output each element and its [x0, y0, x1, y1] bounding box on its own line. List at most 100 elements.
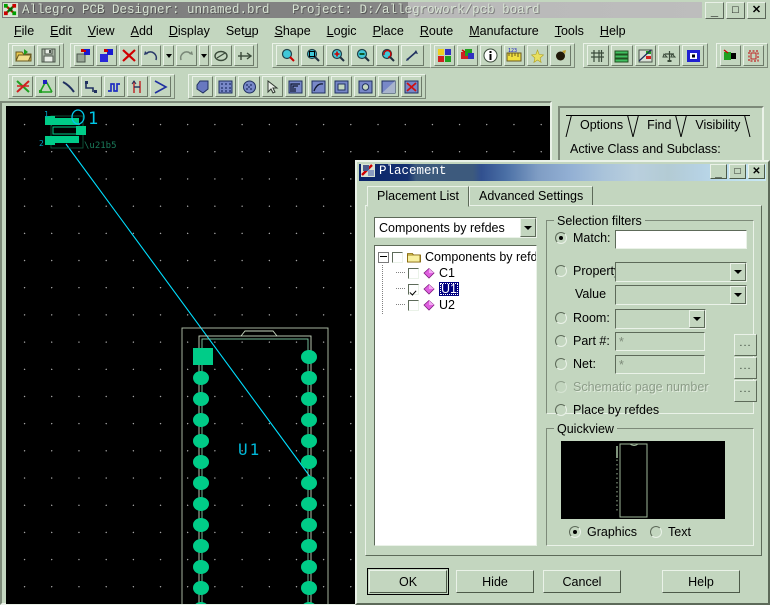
room-dropdown-arrow[interactable] — [689, 310, 705, 328]
filter-row-room[interactable]: Room: — [555, 311, 610, 325]
save-file-icon[interactable] — [37, 45, 60, 66]
part-radio[interactable] — [555, 335, 567, 347]
ok-button[interactable]: OK — [369, 570, 447, 593]
dialog-minimize-button[interactable]: _ — [710, 164, 727, 179]
menu-item-tools[interactable]: Tools — [547, 22, 592, 40]
zoom-fit-icon[interactable] — [276, 45, 299, 66]
tree-item-u1[interactable]: U1 — [375, 281, 536, 297]
value-combo[interactable] — [615, 285, 747, 305]
zoom-out-icon[interactable] — [351, 45, 374, 66]
shape-gradient-icon[interactable] — [378, 76, 399, 97]
right-tab-find[interactable]: Find — [633, 115, 681, 137]
menu-item-view[interactable]: View — [80, 22, 123, 40]
menu-item-help[interactable]: Help — [592, 22, 634, 40]
text-radio[interactable] — [650, 526, 662, 538]
move-icon[interactable] — [211, 45, 231, 66]
menu-item-manufacture[interactable]: Manufacture — [461, 22, 547, 40]
dehighlight-icon[interactable] — [550, 45, 571, 66]
open-file-icon[interactable] — [12, 45, 35, 66]
shape-delete-icon[interactable] — [401, 76, 422, 97]
menu-item-place[interactable]: Place — [365, 22, 412, 40]
tree-root-node[interactable]: Components by refdes — [375, 249, 536, 265]
match-radio[interactable] — [555, 232, 567, 244]
color-palette-icon[interactable] — [434, 45, 455, 66]
menu-item-edit[interactable]: Edit — [42, 22, 80, 40]
schematic-page-browse-button[interactable]: ... — [734, 380, 757, 402]
net-browse-button[interactable]: ... — [734, 357, 757, 379]
property-radio[interactable] — [555, 265, 567, 277]
copy-icon[interactable] — [96, 45, 116, 66]
net-radio[interactable] — [555, 358, 567, 370]
value-dropdown-arrow[interactable] — [730, 286, 746, 304]
tree-root-checkbox[interactable] — [392, 252, 403, 263]
close-button[interactable]: ✕ — [747, 2, 766, 19]
zoom-window-icon[interactable] — [301, 45, 324, 66]
line-icon[interactable] — [58, 76, 79, 97]
filter-row-part[interactable]: Part #: — [555, 334, 610, 348]
drc-icon[interactable] — [658, 45, 680, 66]
show-element-icon[interactable] — [480, 45, 501, 66]
shape-void-circle-icon[interactable] — [354, 76, 375, 97]
redo-dropdown-icon[interactable] — [199, 45, 210, 66]
redo-icon[interactable] — [176, 45, 196, 66]
dialog-close-button[interactable]: ✕ — [748, 164, 765, 179]
undo-dropdown-icon[interactable] — [163, 45, 174, 66]
vertex-icon[interactable] — [150, 76, 171, 97]
tree-item-checkbox[interactable] — [408, 300, 419, 311]
room-radio[interactable] — [555, 312, 567, 324]
cancel-button[interactable]: Cancel — [543, 570, 621, 593]
select-arrow-icon[interactable] — [262, 76, 283, 97]
shape-boundary-icon[interactable] — [308, 76, 329, 97]
menu-item-display[interactable]: Display — [161, 22, 218, 40]
slide-icon[interactable] — [104, 76, 125, 97]
unroute-icon[interactable] — [12, 76, 33, 97]
dialog-tab-advanced-settings[interactable]: Advanced Settings — [469, 186, 593, 206]
quickview-graphics-option[interactable]: Graphics — [569, 525, 637, 539]
constraint-manager-icon[interactable] — [635, 45, 657, 66]
layers-icon[interactable] — [611, 45, 633, 66]
net-input[interactable] — [615, 355, 705, 374]
menu-item-setup[interactable]: Setup — [218, 22, 267, 40]
filter-row-place-by-refdes[interactable]: Place by refdes — [555, 403, 659, 417]
tree-item-checkbox[interactable] — [408, 268, 419, 279]
part-browse-button[interactable]: ... — [734, 334, 757, 356]
property-combo[interactable] — [615, 262, 747, 282]
place-by-refdes-radio[interactable] — [555, 404, 567, 416]
match-input[interactable] — [615, 230, 747, 249]
hide-button[interactable]: Hide — [456, 570, 534, 593]
menu-item-file[interactable]: File — [6, 22, 42, 40]
shape-circle-icon[interactable] — [238, 76, 259, 97]
filter-row-net[interactable]: Net: — [555, 357, 596, 371]
quickview-text-option[interactable]: Text — [650, 525, 691, 539]
dialog-maximize-button[interactable]: □ — [729, 164, 746, 179]
graphics-radio[interactable] — [569, 526, 581, 538]
right-tab-visibility[interactable]: Visibility — [681, 115, 750, 137]
quickplace-icon[interactable] — [743, 45, 764, 66]
minimize-button[interactable]: _ — [705, 2, 724, 19]
delay-tune-icon[interactable] — [127, 76, 148, 97]
dialog-tab-placement-list[interactable]: Placement List — [367, 186, 469, 207]
part-input[interactable] — [615, 332, 705, 351]
place-manual-icon[interactable] — [720, 45, 741, 66]
filter-row-property[interactable]: Property: — [555, 264, 624, 278]
property-dropdown-arrow[interactable] — [730, 263, 746, 281]
shape-void-icon[interactable] — [331, 76, 352, 97]
delete-icon[interactable] — [119, 45, 139, 66]
maximize-button[interactable]: □ — [726, 2, 745, 19]
shape-edit-icon[interactable] — [285, 76, 306, 97]
menu-item-route[interactable]: Route — [412, 22, 461, 40]
list-type-combo[interactable]: Components by refdes — [374, 217, 537, 238]
tree-expand-toggle[interactable] — [378, 252, 389, 263]
menu-item-logic[interactable]: Logic — [319, 22, 365, 40]
cross-probe-icon[interactable] — [682, 45, 704, 66]
tree-item-c1[interactable]: C1 — [375, 265, 536, 281]
filter-row-match[interactable]: Match: — [555, 231, 611, 245]
highlight-icon[interactable] — [527, 45, 548, 66]
ratsnest-icon[interactable] — [35, 76, 56, 97]
color-layers-icon[interactable] — [457, 45, 478, 66]
tree-item-u2[interactable]: U2 — [375, 297, 536, 313]
help-button[interactable]: Help — [662, 570, 740, 593]
measure-icon[interactable]: 123 — [504, 45, 525, 66]
shape-rect-icon[interactable] — [215, 76, 236, 97]
menu-item-shape[interactable]: Shape — [267, 22, 319, 40]
